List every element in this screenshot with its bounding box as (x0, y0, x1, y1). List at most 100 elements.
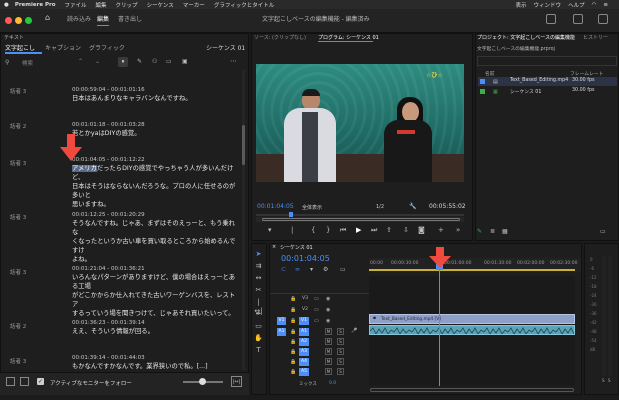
sync-lock-icon[interactable]: ▭ (314, 318, 319, 324)
settings-icon[interactable] (20, 377, 29, 386)
lock-icon[interactable]: 🔒 (290, 329, 296, 335)
project-search[interactable] (477, 56, 617, 66)
menu-graphics[interactable]: グラフィックとタイトル (214, 1, 274, 9)
snap-icon[interactable]: ⊂ (281, 266, 286, 273)
mute-button[interactable]: M (325, 338, 332, 345)
quality-dropdown[interactable]: 1/2 (376, 204, 384, 210)
speaker-label[interactable]: 話者 2 (10, 322, 26, 330)
track-v2-label[interactable]: V2 (302, 307, 308, 312)
tab-program[interactable]: プログラム: シーケンス 01 (318, 34, 379, 41)
extract-icon[interactable]: ⇩ (403, 226, 409, 234)
mark-out-icon[interactable]: | (291, 226, 293, 234)
speaker-label[interactable]: 話者 3 (10, 213, 26, 221)
pencil-icon[interactable]: ✎ (477, 228, 482, 235)
sync-lock-icon[interactable]: ▭ (314, 296, 319, 302)
menu-view[interactable]: 表示 (516, 1, 527, 9)
menu-marker[interactable]: マーカー (183, 1, 205, 9)
camera-icon[interactable]: ◙ (418, 226, 425, 234)
type-tool-icon[interactable]: T (254, 346, 263, 355)
track-a4-label[interactable]: A4 (299, 358, 309, 366)
app-menu[interactable]: Premiere Pro (15, 2, 56, 8)
search-prev-icon[interactable]: ⌃ (78, 58, 83, 65)
entry-text[interactable]: いろんなパターンがありますけど、僕の場合はえっーとある工場 がどこかからか仕入れて… (72, 273, 240, 318)
step-forward-icon[interactable]: ⏭ (371, 226, 377, 235)
tab-export[interactable]: 書き出し (118, 14, 142, 23)
solo-button[interactable]: S (337, 328, 344, 335)
transcript-scrollbar[interactable] (242, 70, 245, 370)
pencil-icon[interactable]: ✎ (137, 58, 142, 65)
go-to-in-icon[interactable]: { (311, 226, 315, 234)
zoom-window-button[interactable] (25, 17, 32, 24)
eye-icon[interactable]: ◉ (326, 307, 330, 313)
mute-button[interactable]: M (325, 328, 332, 335)
linked-selection-icon[interactable]: ∞ (295, 266, 300, 273)
video-frame[interactable]: ☆ひ☆ (256, 64, 464, 182)
go-to-out-icon[interactable]: } (326, 226, 330, 234)
track-select-tool-icon[interactable]: ⇉ (254, 262, 263, 271)
apple-icon[interactable]: ● (4, 2, 9, 8)
lock-icon[interactable]: 🔒 (290, 339, 296, 345)
menu-sequence[interactable]: シーケンス (147, 1, 174, 9)
mute-button[interactable]: M (325, 348, 332, 355)
mute-button[interactable]: M (325, 358, 332, 365)
wrench-icon[interactable]: 🔧 (409, 203, 416, 210)
split-icon[interactable]: ⏸ (118, 57, 128, 67)
hand-tool-icon[interactable]: ✋ (254, 334, 263, 343)
zoom-slider-thumb[interactable] (199, 378, 206, 385)
close-window-button[interactable] (5, 17, 12, 24)
lock-icon[interactable]: 🔒 (290, 349, 296, 355)
lock-icon[interactable]: 🔒 (290, 318, 296, 324)
search-input[interactable]: 検索 (22, 59, 33, 67)
menu-edit[interactable]: 編集 (96, 1, 107, 9)
fit-dropdown[interactable]: 全体表示 (302, 204, 322, 211)
search-next-icon[interactable]: ⌄ (95, 58, 100, 65)
entry-text[interactable]: 若とかyaはDIYの感覚。 (72, 129, 240, 138)
generate-captions-icon[interactable]: ▣ (182, 58, 188, 65)
captions-toggle-icon[interactable]: ▭ (340, 266, 346, 273)
more-options-icon[interactable]: ⋯ (230, 57, 237, 65)
speaker-label[interactable]: 話者 3 (10, 87, 26, 95)
speaker-label[interactable]: 話者 3 (10, 159, 26, 167)
step-back-icon[interactable]: ⏮ (340, 226, 346, 235)
source-patch-v1[interactable]: V1 (277, 317, 286, 325)
lock-icon[interactable]: 🔒 (290, 296, 296, 302)
lock-icon[interactable]: 🔒 (290, 359, 296, 365)
menu-clip[interactable]: クリップ (116, 1, 138, 9)
audio-clip[interactable] (369, 325, 575, 335)
add-marker-icon[interactable]: ▾ (310, 266, 313, 273)
meter-solo-right[interactable]: S (608, 378, 611, 383)
slip-tool-icon[interactable]: |↔| (254, 298, 263, 315)
speaker-label[interactable]: 話者 3 (10, 268, 26, 276)
razor-tool-icon[interactable]: ✂ (254, 286, 263, 295)
program-zoom-thumb[interactable] (262, 218, 460, 221)
play-button[interactable]: ▶ (356, 226, 361, 234)
track-a1-label[interactable]: A1 (299, 328, 309, 336)
program-timecode[interactable]: 00:01:04:05 (257, 203, 294, 210)
track-a5-label[interactable]: A5 (299, 368, 309, 376)
export-icon[interactable] (6, 377, 15, 386)
fit-width-icon[interactable]: |↔| (231, 376, 242, 387)
entry-text[interactable]: そうなんですね。じゃあ、まずはそのえっーと、もう乗れな くなったというか古い車を買… (72, 219, 240, 264)
entry-text[interactable]: ええ、そういう情報が回る。 (72, 327, 240, 336)
project-item-row[interactable] (478, 87, 617, 96)
control-center-icon[interactable]: ≡ (603, 2, 608, 8)
menu-file[interactable]: ファイル (65, 1, 87, 9)
sequence-dropdown[interactable]: シーケンス 01 (206, 43, 245, 52)
entry-text[interactable]: アメリカだったらDIYの感覚でやっちゃう人が多いんだけど、 日本はそうはならないん… (72, 164, 240, 209)
people-icon[interactable]: ⚇ (152, 58, 157, 65)
source-patch-a1[interactable]: A1 (277, 328, 286, 336)
track-v3-label[interactable]: V3 (302, 296, 308, 301)
solo-button[interactable]: S (337, 368, 344, 375)
entry-text[interactable]: もかなんですかなんです。業界狭いので私。[...] (72, 362, 240, 371)
mix-value[interactable]: 0.0 (329, 381, 336, 386)
timeline-timecode[interactable]: 00:01:04:05 (281, 254, 330, 263)
program-scrubber[interactable] (256, 214, 464, 216)
timeline-title[interactable]: シーケンス 01 (280, 244, 313, 251)
solo-button[interactable]: S (337, 348, 344, 355)
video-clip[interactable]: ▪ Text_Based_Editing.mp4 [V] (369, 314, 575, 324)
column-fps[interactable]: フレームレート (570, 70, 603, 77)
add-button-icon[interactable]: + (438, 226, 444, 234)
timeline-playhead[interactable] (439, 258, 440, 386)
lock-icon[interactable]: 🔒 (290, 369, 296, 375)
sync-lock-icon[interactable]: ▭ (314, 307, 319, 313)
